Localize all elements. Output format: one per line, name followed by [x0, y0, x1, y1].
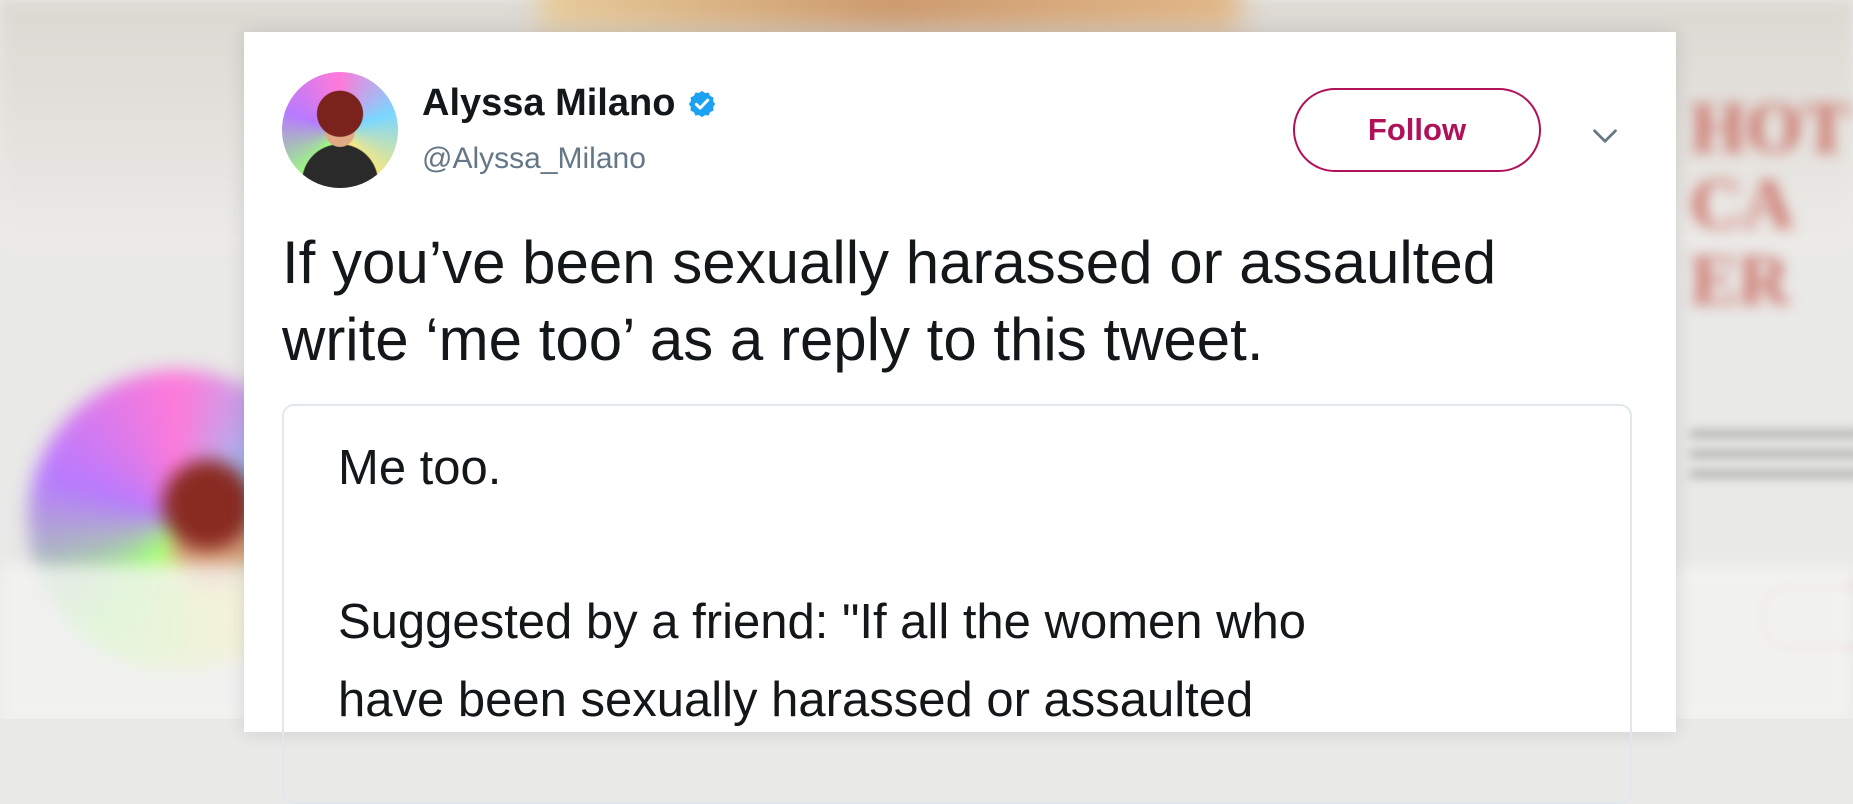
- note-line: have been sexually harassed or assaulted: [338, 673, 1254, 727]
- background-headline: HOT CA ER: [1690, 88, 1851, 320]
- note-line: Me too.: [338, 441, 502, 495]
- verified-badge-icon: [689, 90, 716, 117]
- chevron-down-icon[interactable]: [1587, 118, 1623, 154]
- background-photo: [540, 0, 1240, 30]
- attached-image-note[interactable]: Me too. Suggested by a friend: "If all t…: [282, 404, 1632, 804]
- background-text-lines: [1690, 430, 1853, 480]
- note-line: Suggested by a friend: "If all the women…: [338, 595, 1307, 649]
- author-avatar[interactable]: [282, 72, 398, 188]
- tweet-text-line: If you’ve been sexually harassed or assa…: [282, 229, 1497, 296]
- tweet-text-line: write ‘me too’ as a reply to this tweet.: [282, 306, 1264, 373]
- author-name-row: Alyssa Milano: [422, 82, 717, 125]
- author-name[interactable]: Alyssa Milano: [422, 82, 675, 125]
- tweet-text: If you’ve been sexually harassed or assa…: [282, 224, 1642, 378]
- follow-button[interactable]: Follow: [1293, 88, 1541, 172]
- tweet-card: Alyssa Milano @Alyssa_Milano Follow If y…: [244, 32, 1676, 804]
- author-handle[interactable]: @Alyssa_Milano: [422, 142, 646, 176]
